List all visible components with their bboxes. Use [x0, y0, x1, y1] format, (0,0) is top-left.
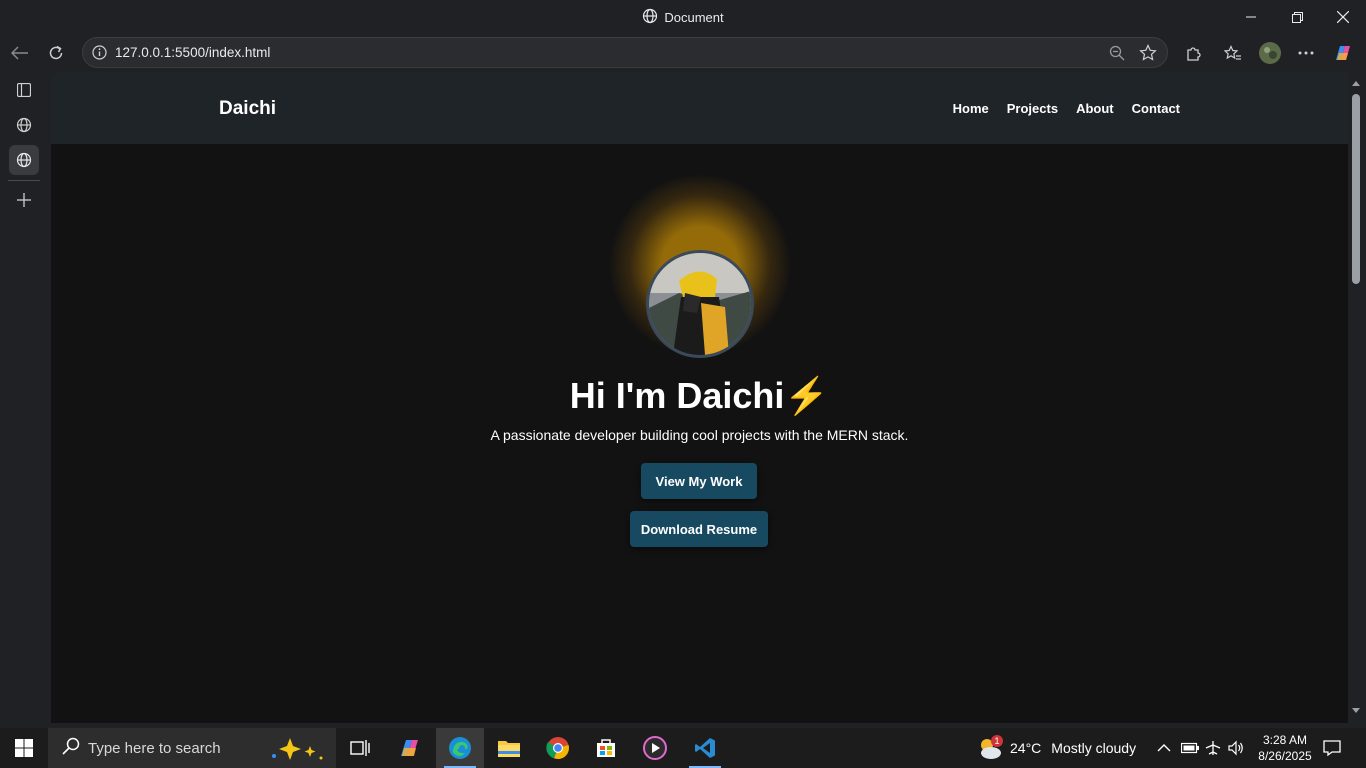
nav-link-projects[interactable]: Projects	[1007, 101, 1058, 116]
sparkle-icon	[266, 736, 326, 766]
search-icon	[62, 737, 80, 759]
nav-links: Home Projects About Contact	[953, 101, 1180, 116]
favorites-icon[interactable]	[1220, 41, 1246, 65]
show-hidden-icons-chevron-icon[interactable]	[1157, 728, 1171, 768]
windows-start-icon[interactable]	[0, 728, 48, 768]
windows-taskbar: Type here to search 1 24°C Mostly cloudy	[0, 728, 1366, 768]
window-title-text: Document	[664, 10, 724, 25]
window-titlebar: Document	[0, 0, 1366, 34]
site-navbar: Daichi Home Projects About Contact	[51, 72, 1348, 144]
download-resume-button[interactable]: Download Resume	[630, 511, 768, 547]
airplane-mode-icon[interactable]	[1205, 728, 1221, 768]
clock-date: 8/26/2025	[1258, 749, 1312, 763]
media-player-icon[interactable]	[631, 728, 679, 768]
nav-link-home[interactable]: Home	[953, 101, 989, 116]
refresh-icon[interactable]	[43, 41, 69, 65]
address-bar[interactable]: 127.0.0.1:5500/index.html	[82, 37, 1168, 68]
tab-globe-icon[interactable]	[9, 110, 39, 140]
nav-link-about[interactable]: About	[1076, 101, 1114, 116]
restore-button[interactable]	[1274, 0, 1320, 34]
copilot-taskbar-icon[interactable]	[386, 728, 434, 768]
weather-temp: 24°C	[1010, 740, 1042, 756]
page-viewport: Daichi Home Projects About Contact Hi I'…	[51, 72, 1348, 723]
info-icon[interactable]	[92, 45, 107, 65]
search-placeholder[interactable]: Type here to search	[88, 740, 221, 757]
weather-badge: 1	[991, 735, 1003, 747]
microsoft-store-icon[interactable]	[582, 728, 630, 768]
tab-actions-icon[interactable]	[9, 75, 39, 105]
extensions-icon[interactable]	[1180, 41, 1206, 65]
system-clock[interactable]: 3:28 AM 8/26/2025	[1254, 728, 1316, 768]
close-button[interactable]	[1320, 0, 1366, 34]
task-view-icon[interactable]	[336, 728, 384, 768]
edge-taskbar-icon[interactable]	[436, 728, 484, 768]
view-my-work-button[interactable]: View My Work	[641, 463, 757, 499]
scroll-thumb[interactable]	[1352, 94, 1360, 284]
scroll-down-arrow-icon[interactable]	[1352, 708, 1360, 713]
copilot-icon[interactable]	[1330, 41, 1356, 65]
volume-icon[interactable]	[1228, 728, 1244, 768]
clock-time: 3:28 AM	[1262, 733, 1308, 747]
sidebar-divider	[8, 180, 40, 181]
favorite-star-icon[interactable]	[1139, 44, 1157, 67]
minimize-button[interactable]	[1228, 0, 1274, 34]
window-title: Document	[0, 8, 1366, 27]
hero-subtitle: A passionate developer building cool pro…	[490, 427, 909, 443]
profile-avatar[interactable]	[1257, 41, 1283, 65]
taskbar-search[interactable]: Type here to search	[48, 728, 336, 768]
globe-icon	[642, 8, 658, 27]
browser-toolbar: 127.0.0.1:5500/index.html	[0, 34, 1366, 72]
new-tab-plus-icon[interactable]	[9, 185, 39, 215]
battery-icon[interactable]	[1181, 728, 1199, 768]
weather-condition: Mostly cloudy	[1051, 740, 1137, 756]
active-tab-globe-icon[interactable]	[9, 145, 39, 175]
hero-title: Hi I'm Daichi⚡	[569, 375, 830, 416]
scroll-up-arrow-icon[interactable]	[1352, 81, 1360, 86]
more-options-icon[interactable]	[1293, 41, 1319, 65]
nav-link-contact[interactable]: Contact	[1132, 101, 1180, 116]
cloudy-weather-icon: 1	[976, 734, 1004, 762]
vscode-icon[interactable]	[681, 728, 729, 768]
file-explorer-icon[interactable]	[485, 728, 533, 768]
notifications-icon[interactable]	[1323, 728, 1341, 768]
chrome-icon[interactable]	[534, 728, 582, 768]
back-arrow-icon[interactable]	[7, 41, 33, 65]
site-brand[interactable]: Daichi	[219, 98, 276, 120]
url-text[interactable]: 127.0.0.1:5500/index.html	[115, 45, 270, 60]
profile-avatar-image	[646, 250, 754, 358]
vertical-tabs-sidebar	[0, 72, 48, 728]
weather-widget[interactable]: 1 24°C Mostly cloudy	[976, 728, 1136, 768]
page-scrollbar[interactable]	[1348, 72, 1366, 723]
zoom-out-icon[interactable]	[1109, 45, 1125, 66]
